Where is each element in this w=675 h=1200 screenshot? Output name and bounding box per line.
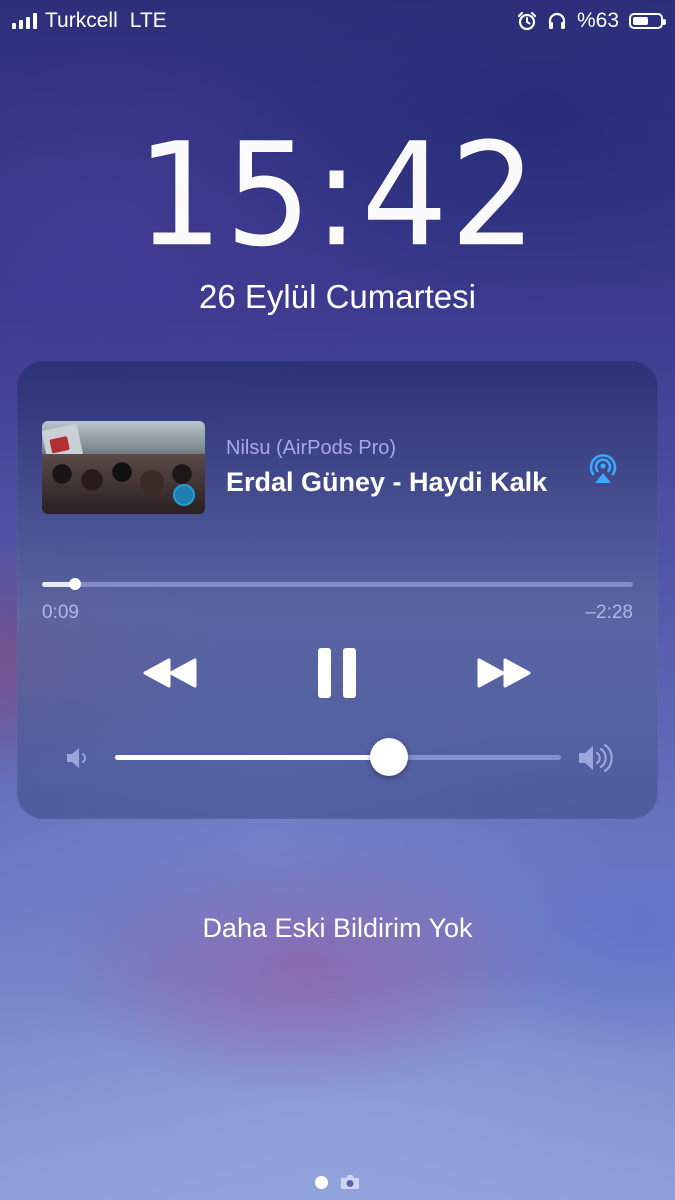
volume-low-icon (67, 748, 86, 768)
now-playing-widget[interactable]: Nilsu (AirPods Pro) Erdal Güney - Haydi … (17, 361, 658, 819)
artwork-badge (173, 484, 195, 506)
fast-forward-icon (477, 658, 531, 688)
status-bar-left: Turkcell LTE (12, 9, 167, 33)
lock-date: 26 Eylül Cumartesi (199, 278, 476, 315)
pause-button[interactable] (307, 645, 367, 701)
lock-clock: 15:42 (0, 125, 675, 268)
output-device: Nilsu (AirPods Pro) (226, 437, 397, 459)
rewind-button[interactable] (135, 645, 205, 701)
clock-time: 15:42 (136, 113, 539, 279)
elapsed-time: 0:09 (42, 602, 79, 623)
battery-icon (629, 13, 666, 29)
carrier-name: Turkcell (45, 9, 118, 32)
battery-percent: %63 (576, 9, 619, 32)
battery-level (633, 17, 648, 25)
volume-slider[interactable] (115, 738, 561, 776)
volume-knob[interactable] (370, 738, 409, 776)
album-artwork[interactable] (42, 421, 205, 514)
page-indicator (0, 1174, 675, 1190)
alarm-icon (517, 11, 537, 31)
scrubber-knob[interactable] (68, 578, 81, 590)
pause-icon (318, 648, 356, 698)
camera-icon[interactable] (340, 1174, 360, 1190)
network-type: LTE (129, 9, 167, 32)
remaining-time: –2:28 (585, 602, 633, 623)
volume-high-icon (579, 743, 613, 773)
headphones-icon (548, 12, 566, 29)
no-older-notifications: Daha Eski Bildirim Yok (202, 913, 473, 943)
signal-icon (12, 13, 37, 29)
airplay-icon[interactable] (585, 450, 621, 486)
status-bar-right: %63 (517, 9, 666, 33)
fast-forward-button[interactable] (469, 645, 539, 701)
status-bar: Turkcell LTE %63 (0, 0, 675, 40)
page-dot (315, 1175, 328, 1189)
track-title: Erdal Güney - Haydi Kalk (226, 467, 548, 497)
playback-scrubber[interactable] (42, 578, 633, 590)
rewind-icon (143, 658, 197, 688)
volume-level (115, 755, 390, 760)
